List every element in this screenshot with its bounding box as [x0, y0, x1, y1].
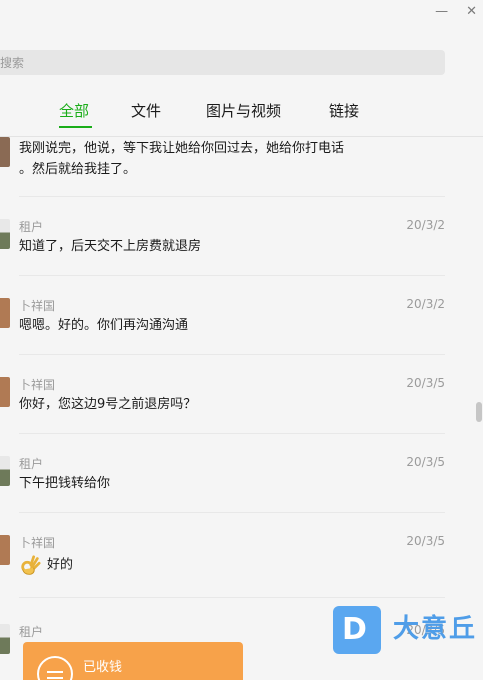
- avatar: [0, 456, 10, 486]
- transfer-icon: [37, 656, 73, 680]
- transfer-card[interactable]: 已收钱: [23, 642, 243, 680]
- message-time: 20/3/5: [406, 376, 445, 390]
- tab-all[interactable]: 全部: [59, 100, 89, 121]
- avatar: [0, 219, 10, 249]
- sender-name: 租户: [19, 457, 44, 471]
- message-text-line: 下午把钱转给你: [19, 476, 111, 491]
- message-text-line: 知道了，后天交不上房费就退房: [19, 239, 202, 254]
- divider: [19, 196, 445, 197]
- divider: [19, 512, 445, 513]
- watermark-text: 大意丘: [393, 614, 478, 644]
- avatar: [0, 535, 10, 565]
- list-item[interactable]: 租户 20/3/2 知道了，后天交不上房费就退房: [0, 216, 470, 276]
- tab-links[interactable]: 链接: [329, 100, 359, 121]
- close-icon[interactable]: ✕: [466, 4, 477, 20]
- message-time: 20/3/2: [406, 297, 445, 311]
- tab-bar: 全部 文件 图片与视频 链接: [0, 100, 483, 128]
- minimize-icon[interactable]: —: [435, 4, 448, 20]
- tab-files[interactable]: 文件: [131, 100, 161, 121]
- list-item[interactable]: 卜祥国 20/3/5 你好，您这边9号之前退房吗？: [0, 374, 470, 434]
- avatar: [0, 624, 10, 654]
- sender-name: 卜祥国: [19, 299, 56, 313]
- sender-name: 卜祥国: [19, 378, 56, 392]
- message-text-line: 嗯嗯。好的。你们再沟通沟通: [19, 318, 189, 333]
- search-input[interactable]: [0, 55, 445, 70]
- message-text-line: 你好，您这边9号之前退房吗？: [19, 397, 197, 412]
- message-time: 20/3/5: [406, 534, 445, 548]
- avatar: [0, 377, 10, 407]
- message-time: 20/3/2: [406, 218, 445, 232]
- divider: [19, 597, 445, 598]
- avatar: [0, 298, 10, 328]
- sender-name: 卜祥国: [19, 536, 56, 550]
- transfer-label: 已收钱: [83, 660, 123, 675]
- divider: [19, 433, 445, 434]
- tab-images-videos[interactable]: 图片与视频: [206, 100, 281, 121]
- message-text-line: 。然后就给我挂了。: [19, 162, 137, 177]
- search-bar[interactable]: [0, 50, 445, 75]
- list-item[interactable]: 我刚说完，他说，等下我让她给你回过去，她给你打电话 。然后就给我挂了。: [0, 137, 470, 197]
- list-item[interactable]: 租户 20/3/5 下午把钱转给你: [0, 453, 470, 513]
- avatar: [0, 137, 10, 167]
- watermark: 大意丘: [333, 606, 479, 656]
- divider: [19, 275, 445, 276]
- message-text-line: 我刚说完，他说，等下我让她给你回过去，她给你打电话: [19, 141, 345, 156]
- watermark-logo-icon: [333, 606, 381, 654]
- scrollbar-thumb[interactable]: [476, 402, 482, 422]
- message-time: 20/3/5: [406, 455, 445, 469]
- divider: [19, 354, 445, 355]
- message-list[interactable]: 我刚说完，他说，等下我让她给你回过去，她给你打电话 。然后就给我挂了。 租户 2…: [0, 137, 470, 680]
- list-item[interactable]: 卜祥国 20/3/5 好的: [0, 532, 470, 592]
- message-text-line: 好的: [47, 557, 74, 573]
- sender-name: 租户: [19, 220, 44, 234]
- list-item[interactable]: 卜祥国 20/3/2 嗯嗯。好的。你们再沟通沟通: [0, 295, 470, 355]
- message-content: 好的: [19, 554, 73, 576]
- active-tab-indicator: [59, 126, 92, 128]
- sender-name: 租户: [19, 625, 44, 639]
- ok-hand-emoji-icon: [21, 555, 41, 575]
- window-controls: — ✕: [435, 4, 477, 20]
